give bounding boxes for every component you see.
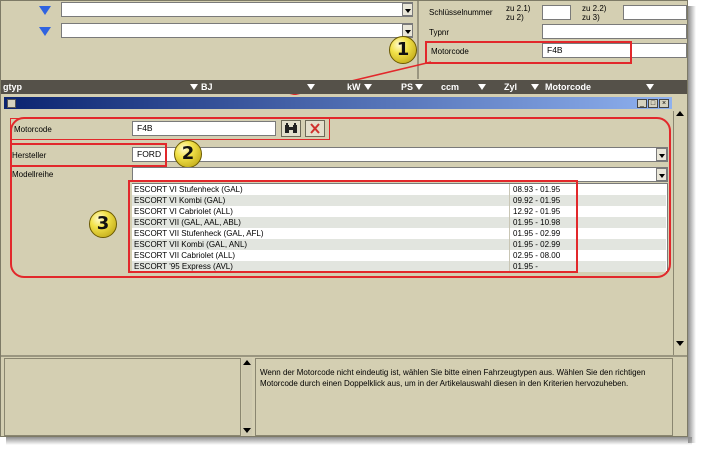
column-header-ccm[interactable]: ccm (441, 82, 459, 92)
badge-3: 3 (89, 210, 117, 238)
filter-icon[interactable] (531, 84, 539, 90)
zu1-label-b: zu 2) (506, 13, 524, 22)
column-header-bar: gtyp BJ kW PS ccm Zyl Motorcode (1, 80, 687, 94)
filter-icon[interactable] (39, 27, 51, 36)
filter-icon[interactable] (307, 84, 315, 90)
column-header-zyl[interactable]: Zyl (504, 82, 517, 92)
dropdown-arrow-icon[interactable] (402, 3, 413, 16)
filter-field-2[interactable] (61, 23, 413, 38)
dialog-titlebar (4, 97, 672, 109)
filter-icon[interactable] (478, 84, 486, 90)
info-panel: Wenn der Motorcode nicht eindeutig ist, … (255, 358, 673, 436)
filter-icon[interactable] (364, 84, 372, 90)
typnr-label: Typnr (429, 28, 450, 37)
column-header-motorcode[interactable]: Motorcode (545, 82, 591, 92)
filter-icon[interactable] (646, 84, 654, 90)
schluesselnummer-field-2[interactable] (623, 5, 687, 20)
zu1-label-a: zu 2.1) (506, 4, 531, 13)
scrollbar-track (673, 111, 674, 355)
column-header-kw[interactable]: kW (347, 82, 361, 92)
splitter[interactable] (242, 358, 252, 436)
filter-icon[interactable] (39, 6, 51, 15)
maximize-icon[interactable]: □ (648, 99, 658, 108)
zu2-label-b: zu 3) (582, 13, 600, 22)
column-header-gtyp[interactable]: gtyp (3, 82, 22, 92)
filter-field-1[interactable] (61, 2, 413, 17)
highlight-box-form (10, 117, 671, 278)
close-icon[interactable]: × (659, 99, 669, 108)
bottom-left-panel (4, 358, 241, 436)
highlight-box-motorcode (425, 41, 632, 64)
schluesselnummer-label: Schlüsselnummer (429, 8, 493, 17)
column-header-ps[interactable]: PS (401, 82, 413, 92)
info-text: Wenn der Motorcode nicht eindeutig ist, … (260, 368, 646, 388)
minimize-icon[interactable]: _ (637, 99, 647, 108)
filter-icon[interactable] (415, 84, 423, 90)
scroll-down-icon[interactable] (675, 339, 685, 347)
divider (1, 355, 687, 357)
column-header-bj[interactable]: BJ (201, 82, 213, 92)
typnr-field[interactable] (542, 24, 687, 39)
application-window: Schlüsselnummer zu 2.1) zu 2) zu 2.2) zu… (0, 0, 688, 437)
schluesselnummer-field-1[interactable] (542, 5, 571, 20)
scroll-up-icon[interactable] (675, 109, 685, 117)
zu2-label-a: zu 2.2) (582, 4, 607, 13)
filter-icon[interactable] (190, 84, 198, 90)
window-icon (7, 99, 16, 108)
